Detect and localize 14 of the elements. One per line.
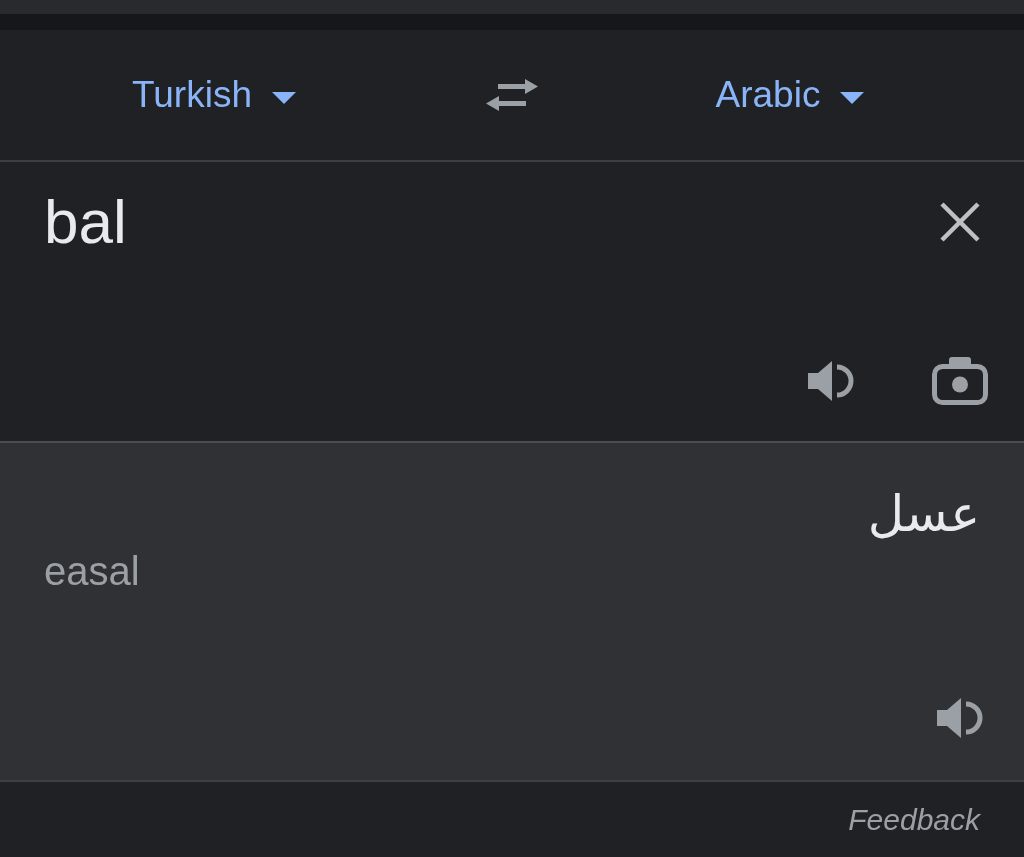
feedback-link[interactable]: Feedback [848, 802, 980, 837]
camera-button[interactable] [931, 356, 989, 406]
source-language-button[interactable]: Turkish [132, 74, 296, 116]
clear-button[interactable] [940, 202, 980, 242]
caret-icon [840, 92, 865, 104]
swap-icon [486, 76, 538, 114]
close-icon [940, 202, 980, 242]
target-language-button[interactable]: Arabic [715, 74, 865, 116]
translation-text: عسل [867, 484, 980, 545]
source-text-field[interactable]: bal [44, 184, 900, 260]
camera-icon [931, 356, 989, 406]
swap-languages-button[interactable] [486, 76, 538, 114]
caret-icon [271, 92, 296, 104]
transliteration-text: easal [44, 548, 140, 595]
